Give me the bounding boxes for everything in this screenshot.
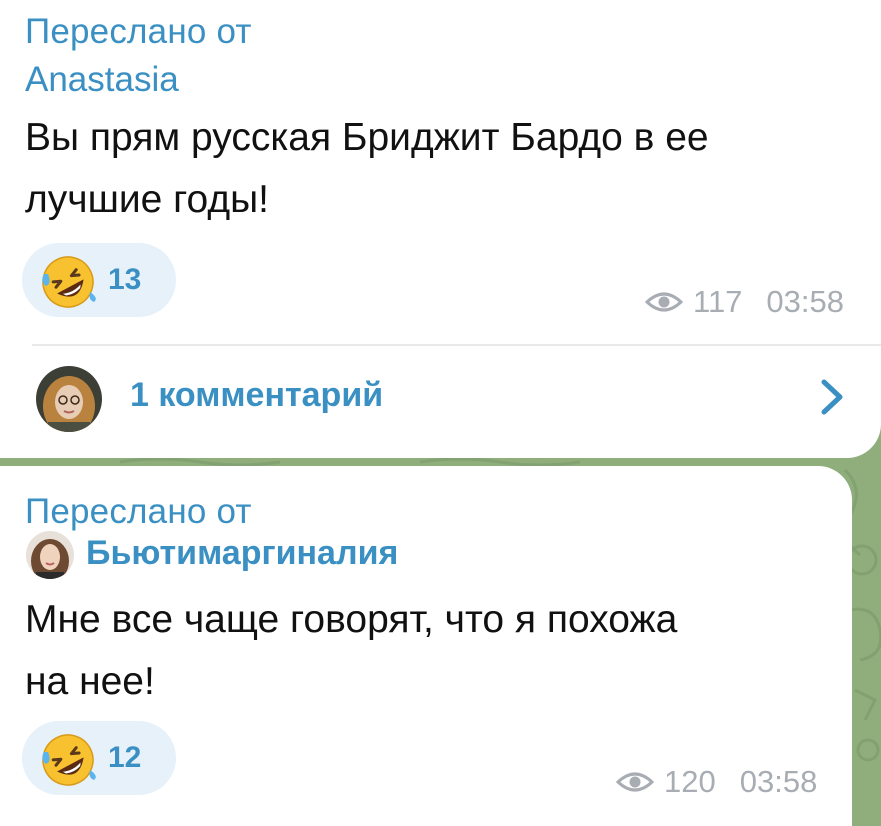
chevron-right-icon (821, 379, 843, 415)
message-meta: 117 03:58 (645, 284, 844, 320)
message-meta: 120 03:58 (616, 764, 817, 800)
forwarded-label: Переслано от (25, 12, 252, 51)
message-text-line: Вы прям русская Бриджит Бардо в ее (25, 116, 709, 159)
reaction-button[interactable]: 13 (22, 243, 176, 317)
comments-button[interactable]: 1 комментарий (0, 346, 881, 458)
forwarded-from-link[interactable]: Бьютимаргиналия (86, 534, 398, 573)
channel-avatar (26, 531, 74, 579)
message-time: 03:58 (739, 764, 818, 799)
forwarded-label: Переслано от (25, 492, 252, 531)
reaction-count: 12 (108, 741, 142, 774)
rolling-laughing-emoji-icon (42, 734, 96, 786)
commenter-avatar (36, 366, 102, 432)
views-eye-icon (616, 772, 654, 792)
reaction-count: 13 (108, 263, 142, 296)
forwarded-from-link[interactable]: Anastasia (25, 60, 179, 100)
message-bubble[interactable]: Переслано от Anastasia Вы прям русская Б… (0, 0, 881, 458)
views-count: 120 (664, 764, 716, 799)
rolling-laughing-emoji-icon (42, 256, 96, 308)
message-text-line: лучшие годы! (25, 178, 269, 221)
message-text-line: на нее! (25, 660, 155, 703)
reaction-button[interactable]: 12 (22, 721, 176, 795)
views-count: 117 (693, 284, 743, 319)
message-time: 03:58 (766, 284, 844, 319)
message-text-line: Мне все чаще говорят, что я похожа (25, 598, 678, 641)
comments-count-label: 1 комментарий (130, 376, 384, 414)
views-eye-icon (645, 292, 683, 312)
